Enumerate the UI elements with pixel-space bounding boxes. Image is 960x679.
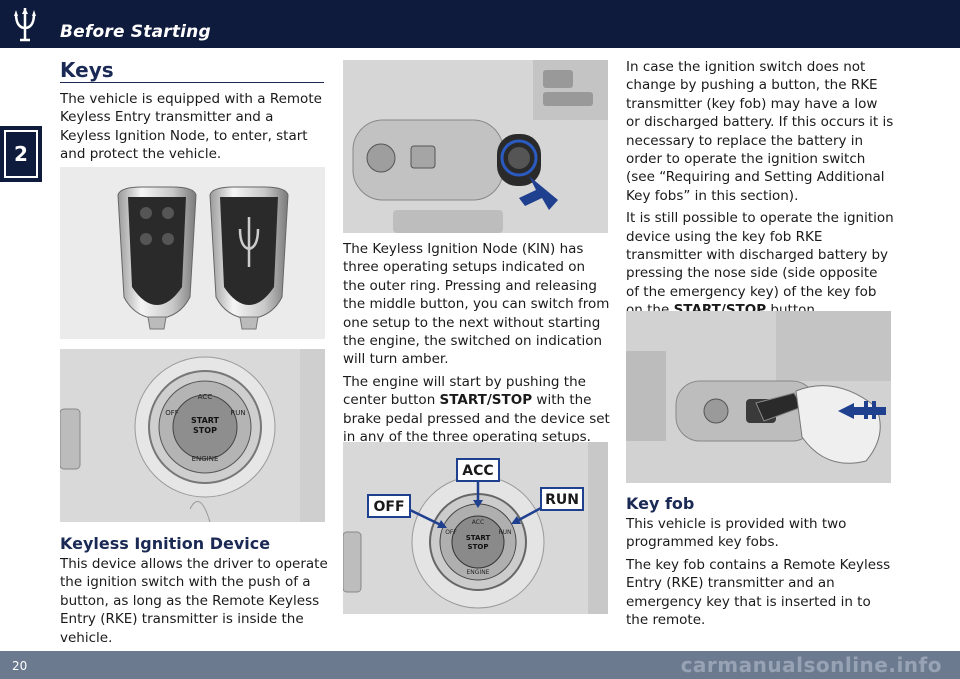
section-title: Before Starting <box>60 22 211 42</box>
setups-knob-engine: ENGINE <box>467 569 490 576</box>
page-header: Before Starting <box>0 0 960 48</box>
operating-setups-image: ACC OFF RUN ACC OFF RUN START STOP ENGIN… <box>343 442 608 614</box>
keys-intro: The vehicle is equipped with a Remote Ke… <box>60 91 322 163</box>
key-fob-text: This vehicle is provided with two progra… <box>626 515 894 633</box>
keyless-ignition-text: This device allows the driver to operate… <box>60 556 328 646</box>
kin-setups-paragraph: The Keyless Ignition Node (KIN) has thre… <box>343 241 610 368</box>
trident-icon <box>14 8 36 42</box>
knob-run-label: RUN <box>230 409 245 417</box>
knob-acc-label: ACC <box>198 393 213 401</box>
setups-knob-off: OFF <box>445 529 457 536</box>
knob-start-label: START <box>191 416 220 425</box>
key-fob-on-button-image <box>626 311 891 483</box>
heading-keys: Keys <box>60 58 114 82</box>
discharged-battery-paragraph: In case the ignition switch does not cha… <box>626 59 894 204</box>
page-number: 20 <box>12 659 28 673</box>
chapter-tab: 2 <box>0 126 42 182</box>
watermark: carmanualsonline.info <box>680 653 942 677</box>
key-fob-image <box>60 167 325 339</box>
page-footer: 20 carmanualsonline.info <box>0 651 960 679</box>
knob-engine-label: ENGINE <box>192 455 219 463</box>
callout-acc: ACC <box>462 463 493 479</box>
chapter-number: 2 <box>4 130 38 178</box>
heading-key-fob: Key fob <box>626 494 695 513</box>
battery-text-block: In case the ignition switch does not cha… <box>626 58 894 324</box>
heading-rule <box>60 82 324 83</box>
two-key-fobs-paragraph: This vehicle is provided with two progra… <box>626 516 847 551</box>
setups-knob-stop: STOP <box>468 543 489 551</box>
callout-off: OFF <box>373 499 404 515</box>
kin-location-image <box>343 60 608 233</box>
callout-run: RUN <box>545 492 579 508</box>
setups-knob-acc: ACC <box>472 519 484 526</box>
engine-start-paragraph: The engine will start by pushing the cen… <box>343 373 611 447</box>
ignition-knob-image: ACC RUN OFF ENGINE START STOP <box>60 349 325 522</box>
kin-text: The Keyless Ignition Node (KIN) has thre… <box>343 240 611 450</box>
setups-knob-start: START <box>466 534 491 542</box>
knob-off-label: OFF <box>165 409 179 417</box>
setups-knob-run: RUN <box>498 529 511 536</box>
start-stop-bold: START/STOP <box>439 392 533 409</box>
knob-stop-label: STOP <box>193 426 217 435</box>
still-possible-paragraph: It is still possible to operate the igni… <box>626 209 894 319</box>
heading-keyless-ignition-device: Keyless Ignition Device <box>60 534 271 553</box>
key-fob-contains-paragraph: The key fob contains a Remote Keyless En… <box>626 556 891 629</box>
